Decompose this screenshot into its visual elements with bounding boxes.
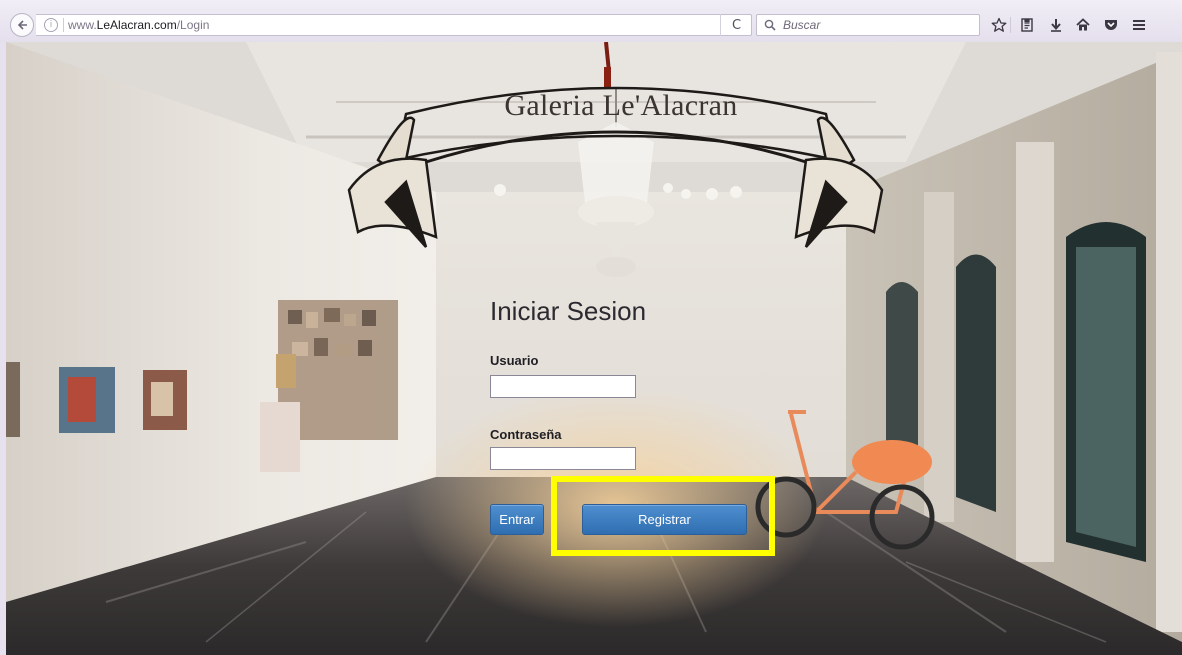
- pocket-icon[interactable]: [1100, 14, 1122, 36]
- info-icon[interactable]: i: [44, 18, 58, 32]
- toolbar-separator: [1010, 17, 1011, 33]
- username-label: Usuario: [490, 353, 539, 368]
- password-input[interactable]: [490, 447, 636, 470]
- search-bar[interactable]: [756, 14, 980, 36]
- password-label: Contraseña: [490, 427, 562, 442]
- username-input[interactable]: [490, 375, 636, 398]
- search-icon: [764, 19, 776, 31]
- back-arrow-icon: [17, 20, 27, 30]
- download-icon[interactable]: [1045, 14, 1067, 36]
- reload-button[interactable]: C: [720, 14, 752, 36]
- login-heading: Iniciar Sesion: [490, 296, 647, 326]
- search-input[interactable]: [783, 17, 973, 33]
- menu-icon[interactable]: [1128, 14, 1150, 36]
- gallery-title: Galeria Le'Alacran: [504, 89, 738, 122]
- address-bar[interactable]: i www.LeAlacran.com/Login: [36, 14, 752, 36]
- gallery-background-image: [6, 42, 1182, 655]
- url-text[interactable]: www.LeAlacran.com/Login: [68, 18, 209, 32]
- browser-toolbar: i www.LeAlacran.com/Login C: [0, 0, 1182, 42]
- browser-window: i www.LeAlacran.com/Login C Buscar Galer…: [0, 0, 1182, 655]
- page-viewport: Galeria Le'Alacran Iniciar Sesion Usuari…: [6, 42, 1182, 655]
- home-icon[interactable]: [1072, 14, 1094, 36]
- highlight-box: [551, 476, 775, 556]
- bookmark-star-icon[interactable]: [988, 14, 1010, 36]
- reload-icon: C: [731, 17, 742, 33]
- back-button[interactable]: [10, 13, 34, 37]
- url-separator: [63, 18, 64, 32]
- login-button[interactable]: Entrar: [490, 504, 544, 535]
- reading-list-icon[interactable]: [1016, 14, 1038, 36]
